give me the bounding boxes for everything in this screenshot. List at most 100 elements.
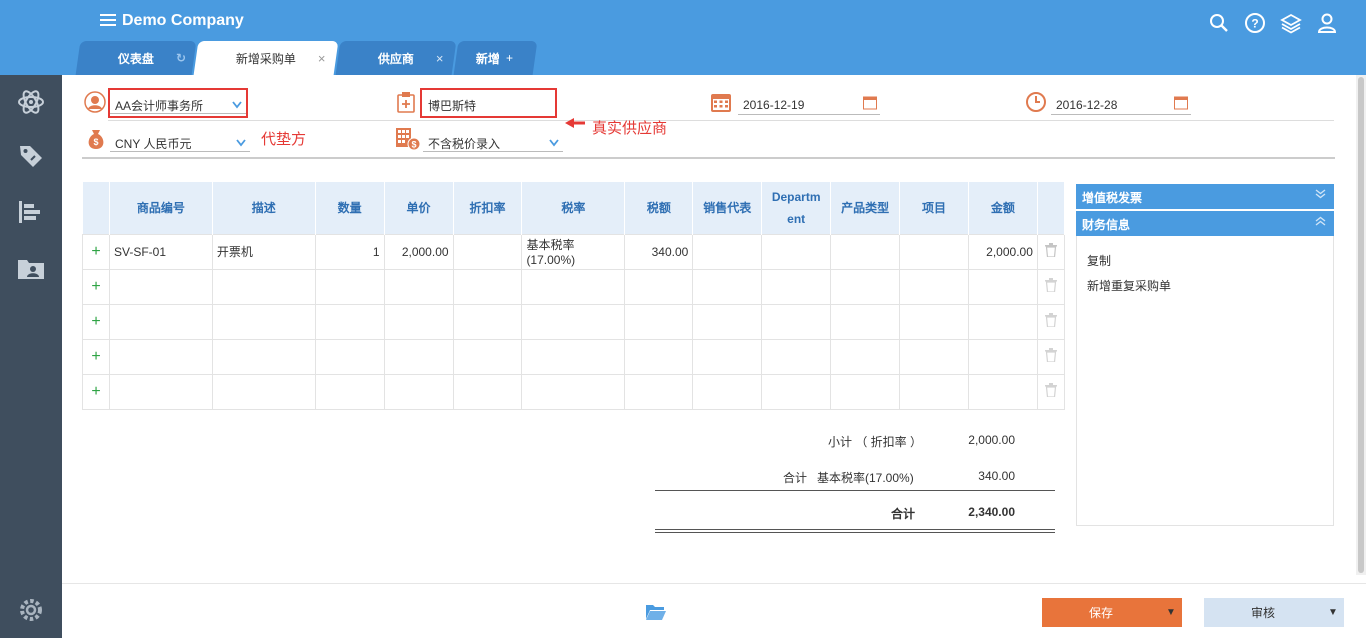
empty-cell[interactable] <box>830 268 901 305</box>
tags-icon[interactable] <box>16 141 46 171</box>
currency-select[interactable]: CNY 人民币元 <box>110 132 250 152</box>
order-date-field[interactable]: 2016-12-19 <box>738 95 880 115</box>
search-icon[interactable] <box>1208 12 1230 34</box>
column-header[interactable]: 项目 <box>899 182 969 234</box>
vat-invoice-header[interactable]: 增值税发票 <box>1076 184 1334 209</box>
cell-amount[interactable]: 2,000.00 <box>967 233 1038 270</box>
save-button[interactable]: 保存 ▼ <box>1042 598 1182 627</box>
copy-link[interactable]: 复制 <box>1087 252 1111 269</box>
empty-cell[interactable] <box>761 268 832 305</box>
date-picker-icon[interactable] <box>1174 95 1188 113</box>
user-icon[interactable] <box>1316 12 1338 34</box>
empty-cell[interactable] <box>624 268 694 305</box>
column-header[interactable]: 单价 <box>384 182 454 234</box>
empty-cell[interactable] <box>624 338 694 375</box>
add-row-button[interactable]: + <box>82 233 110 270</box>
tax-mode-select[interactable]: 不含税价录入 <box>423 132 563 152</box>
tab-dashboard[interactable]: 仪表盘 ↻ <box>75 41 197 75</box>
plus-icon[interactable]: + <box>506 51 513 65</box>
empty-cell[interactable] <box>692 303 763 340</box>
vertical-scrollbar[interactable] <box>1356 75 1366 575</box>
empty-cell[interactable] <box>452 303 523 340</box>
finance-info-header[interactable]: 财务信息 <box>1076 211 1334 236</box>
empty-cell[interactable] <box>521 338 626 375</box>
cell-ptype[interactable] <box>830 233 901 270</box>
cell-project[interactable] <box>899 233 969 270</box>
empty-cell[interactable] <box>211 268 316 305</box>
empty-cell[interactable] <box>899 338 969 375</box>
cell-qty[interactable]: 1 <box>314 233 385 270</box>
empty-cell[interactable] <box>830 373 901 410</box>
empty-cell[interactable] <box>521 268 626 305</box>
atom-icon[interactable] <box>16 87 46 117</box>
empty-cell[interactable] <box>452 338 523 375</box>
empty-cell[interactable] <box>108 303 213 340</box>
chevron-down-icon[interactable] <box>232 98 242 112</box>
chevron-down-icon[interactable] <box>236 136 246 150</box>
column-header[interactable]: 税率 <box>521 182 626 234</box>
empty-cell[interactable] <box>830 338 901 375</box>
caret-down-icon[interactable]: ▼ <box>1160 607 1182 618</box>
empty-cell[interactable] <box>383 303 454 340</box>
empty-cell[interactable] <box>692 338 763 375</box>
empty-cell[interactable] <box>967 268 1038 305</box>
empty-cell[interactable] <box>624 373 694 410</box>
cell-tax-rate[interactable]: 基本税率(17.00%) <box>521 233 626 270</box>
trash-icon[interactable] <box>1036 233 1066 270</box>
empty-cell[interactable] <box>899 303 969 340</box>
empty-cell[interactable] <box>521 373 626 410</box>
add-row-button[interactable]: + <box>82 303 110 340</box>
supplier-input[interactable]: 博巴斯特 <box>423 94 553 114</box>
scrollbar-thumb[interactable] <box>1358 77 1364 573</box>
cell-code[interactable]: SV-SF-01 <box>108 233 213 270</box>
trash-icon[interactable] <box>1036 268 1066 305</box>
report-icon[interactable] <box>16 197 46 227</box>
settings-gear-icon[interactable] <box>16 595 46 625</box>
cell-rep[interactable] <box>692 233 763 270</box>
tab-supplier[interactable]: 供应商 × <box>335 41 457 75</box>
approve-button[interactable]: 审核 ▼ <box>1204 598 1344 627</box>
cell-price[interactable]: 2,000.00 <box>383 233 454 270</box>
empty-cell[interactable] <box>761 338 832 375</box>
empty-cell[interactable] <box>383 268 454 305</box>
empty-cell[interactable] <box>108 338 213 375</box>
empty-cell[interactable] <box>314 338 385 375</box>
column-header[interactable]: 数量 <box>315 182 385 234</box>
column-header[interactable]: Departm ent <box>761 182 832 234</box>
tab-new-purchase-order[interactable]: 新增采购单 × <box>193 41 339 75</box>
empty-cell[interactable] <box>967 373 1038 410</box>
column-header[interactable]: 税额 <box>624 182 694 234</box>
cell-tax[interactable]: 340.00 <box>624 233 694 270</box>
column-header[interactable]: 产品类型 <box>830 182 901 234</box>
empty-cell[interactable] <box>211 303 316 340</box>
empty-cell[interactable] <box>452 373 523 410</box>
empty-cell[interactable] <box>108 373 213 410</box>
new-recurring-order-link[interactable]: 新增重复采购单 <box>1087 277 1171 294</box>
chevron-up-icon[interactable] <box>1315 216 1326 229</box>
column-header[interactable]: 金额 <box>968 182 1038 234</box>
menu-icon[interactable] <box>100 12 116 30</box>
empty-cell[interactable] <box>521 303 626 340</box>
add-row-button[interactable]: + <box>82 338 110 375</box>
empty-cell[interactable] <box>830 303 901 340</box>
layers-icon[interactable] <box>1280 12 1302 34</box>
contacts-folder-icon[interactable] <box>16 253 46 283</box>
empty-cell[interactable] <box>761 373 832 410</box>
open-folder-icon[interactable] <box>645 603 667 624</box>
empty-cell[interactable] <box>383 373 454 410</box>
trash-icon[interactable] <box>1036 338 1066 375</box>
cell-desc[interactable]: 开票机 <box>211 233 316 270</box>
empty-cell[interactable] <box>314 373 385 410</box>
empty-cell[interactable] <box>452 268 523 305</box>
empty-cell[interactable] <box>692 373 763 410</box>
column-header[interactable]: 折扣率 <box>453 182 523 234</box>
due-date-field[interactable]: 2016-12-28 <box>1051 95 1191 115</box>
tab-new[interactable]: 新增 + <box>453 41 538 75</box>
cell-dept[interactable] <box>761 233 832 270</box>
close-icon[interactable]: × <box>436 51 444 66</box>
caret-down-icon[interactable]: ▼ <box>1322 607 1344 618</box>
trash-icon[interactable] <box>1036 303 1066 340</box>
add-row-button[interactable]: + <box>82 268 110 305</box>
empty-cell[interactable] <box>899 373 969 410</box>
cell-discount[interactable] <box>452 233 523 270</box>
